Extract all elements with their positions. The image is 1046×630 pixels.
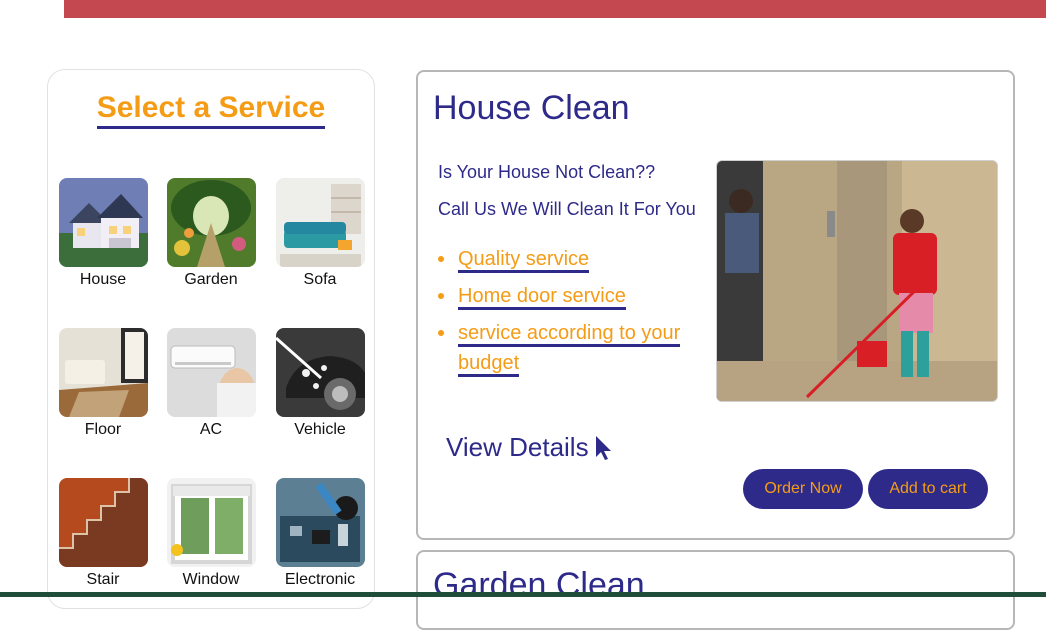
bullet-icon [438,293,444,299]
house-clean-photo [716,160,998,402]
service-sofa[interactable]: Sofa [275,178,365,290]
top-banner [64,0,1046,18]
service-label-window: Window [182,571,240,588]
house-photo [58,178,148,267]
view-details-link[interactable]: View Details [446,432,613,463]
service-card-house-clean: House Clean Is Your House Not Clean?? Ca… [416,70,1015,540]
feature-link-budget[interactable]: service according to your budget [458,322,681,377]
service-label-garden: Garden [184,271,238,288]
stair-photo [58,478,148,567]
floor-photo [58,328,148,417]
card-subtagline: Call Us We Will Clean It For You [438,199,696,219]
feature-link-home-door[interactable]: Home door service [458,285,626,310]
cursor-pointer-icon [595,435,611,460]
service-stair[interactable]: Stair [58,478,148,590]
service-selector-title: Select a Service [47,90,375,129]
feature-list: Quality service Home door service servic… [438,244,688,385]
sofa-photo [275,178,365,267]
bullet-icon [438,256,444,262]
ac-photo [166,328,256,417]
electronic-photo [275,478,365,567]
add-to-cart-button[interactable]: Add to cart [868,469,988,509]
service-vehicle[interactable]: Vehicle [275,328,365,440]
service-label-sofa: Sofa [303,271,337,288]
service-window[interactable]: Window [166,478,256,590]
view-details-label: View Details [446,432,589,462]
feature-item: service according to your budget [438,318,688,378]
service-floor[interactable]: Floor [58,328,148,440]
card-title: Garden Clean [433,566,645,604]
feature-item: Home door service [438,281,688,311]
card-title: House Clean [433,89,630,127]
service-house[interactable]: House [58,178,148,290]
service-label-electronic: Electronic [284,571,356,588]
service-card-garden-clean: Garden Clean [416,550,1015,630]
service-selector-heading: Select a Service [96,90,326,129]
service-label-stair: Stair [86,571,120,588]
service-garden[interactable]: Garden [166,178,256,290]
feature-item: Quality service [438,244,688,274]
service-label-house: House [79,271,127,288]
feature-link-quality[interactable]: Quality service [458,248,590,273]
service-ac[interactable]: AC [166,328,256,440]
bullet-icon [438,330,444,336]
service-label-vehicle: Vehicle [294,421,346,438]
garden-photo [166,178,256,267]
order-now-button[interactable]: Order Now [743,469,863,509]
vehicle-photo [275,328,365,417]
window-photo [166,478,256,567]
service-electronic[interactable]: Electronic [275,478,365,590]
service-label-ac: AC [199,421,223,438]
service-label-floor: Floor [84,421,122,438]
bottom-bar [0,592,1046,597]
card-tagline: Is Your House Not Clean?? [438,162,656,182]
